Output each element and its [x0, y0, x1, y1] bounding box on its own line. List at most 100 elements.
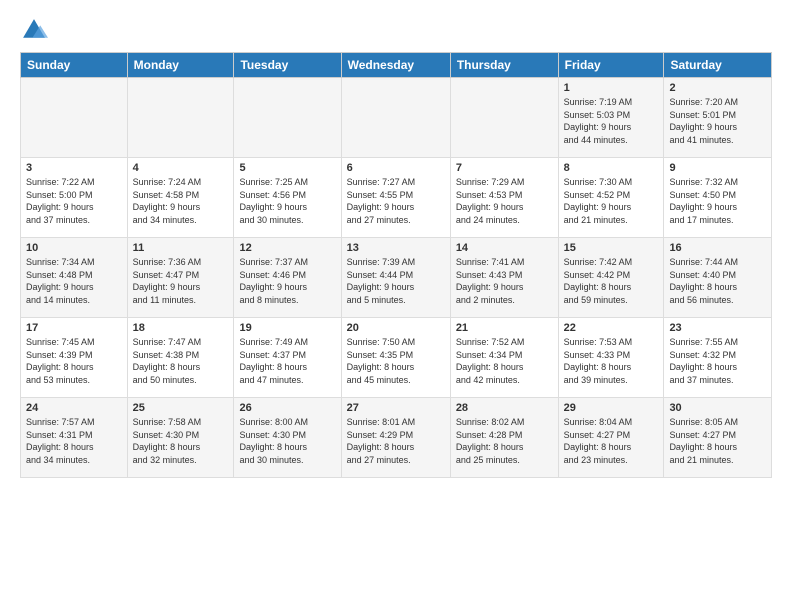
day-info: Sunrise: 7:27 AM Sunset: 4:55 PM Dayligh… [347, 176, 445, 226]
day-info: Sunrise: 7:24 AM Sunset: 4:58 PM Dayligh… [133, 176, 229, 226]
calendar-cell-w4-d6: 30 Sunrise: 8:05 AM Sunset: 4:27 PM Dayli… [664, 398, 772, 478]
day-info: Sunrise: 7:42 AM Sunset: 4:42 PM Dayligh… [564, 256, 659, 306]
col-header-saturday: Saturday [664, 53, 772, 78]
day-number: 29 [564, 402, 659, 414]
calendar-cell-w2-d0: 10 Sunrise: 7:34 AM Sunset: 4:48 PM Dayli… [21, 238, 128, 318]
calendar-cell-w2-d4: 14 Sunrise: 7:41 AM Sunset: 4:43 PM Dayli… [450, 238, 558, 318]
calendar-cell-w3-d6: 23 Sunrise: 7:55 AM Sunset: 4:32 PM Dayli… [664, 318, 772, 398]
day-number: 4 [133, 162, 229, 174]
calendar-cell-w3-d3: 20Sunrise: 7:50 AM Sunset: 4:35 PM Dayli… [341, 318, 450, 398]
day-number: 14 [456, 242, 553, 254]
day-number: 26 [239, 402, 335, 414]
page-header [20, 16, 772, 44]
col-header-monday: Monday [127, 53, 234, 78]
day-info: Sunrise: 7:30 AM Sunset: 4:52 PM Dayligh… [564, 176, 659, 226]
col-header-thursday: Thursday [450, 53, 558, 78]
day-number: 15 [564, 242, 659, 254]
calendar-cell-w1-d1: 4 Sunrise: 7:24 AM Sunset: 4:58 PM Daylig… [127, 158, 234, 238]
calendar-cell-w4-d0: 24 Sunrise: 7:57 AM Sunset: 4:31 PM Dayli… [21, 398, 128, 478]
col-header-sunday: Sunday [21, 53, 128, 78]
day-number: 13 [347, 242, 445, 254]
day-number: 30 [669, 402, 766, 414]
day-info: Sunrise: 7:41 AM Sunset: 4:43 PM Dayligh… [456, 256, 553, 306]
calendar-cell-w0-d4 [450, 78, 558, 158]
day-number: 25 [133, 402, 229, 414]
day-info: Sunrise: 7:34 AM Sunset: 4:48 PM Dayligh… [26, 256, 122, 306]
day-number: 1 [564, 82, 659, 94]
day-info: Sunrise: 7:29 AM Sunset: 4:53 PM Dayligh… [456, 176, 553, 226]
day-info: Sunrise: 7:50 AM Sunset: 4:35 PM Dayligh… [347, 336, 445, 386]
day-number: 6 [347, 162, 445, 174]
day-info: Sunrise: 7:39 AM Sunset: 4:44 PM Dayligh… [347, 256, 445, 306]
calendar-cell-w3-d5: 22 Sunrise: 7:53 AM Sunset: 4:33 PM Dayli… [558, 318, 664, 398]
day-info: Sunrise: 7:32 AM Sunset: 4:50 PM Dayligh… [669, 176, 766, 226]
day-number: 16 [669, 242, 766, 254]
calendar-cell-w4-d2: 26 Sunrise: 8:00 AM Sunset: 4:30 PM Dayli… [234, 398, 341, 478]
day-number: 18 [133, 322, 229, 334]
col-header-wednesday: Wednesday [341, 53, 450, 78]
day-info: Sunrise: 7:20 AM Sunset: 5:01 PM Dayligh… [669, 96, 766, 146]
calendar-cell-w1-d6: 9 Sunrise: 7:32 AM Sunset: 4:50 PM Daylig… [664, 158, 772, 238]
calendar-header-row: SundayMondayTuesdayWednesdayThursdayFrid… [21, 53, 772, 78]
day-info: Sunrise: 7:58 AM Sunset: 4:30 PM Dayligh… [133, 416, 229, 466]
day-number: 17 [26, 322, 122, 334]
day-info: Sunrise: 8:05 AM Sunset: 4:27 PM Dayligh… [669, 416, 766, 466]
day-number: 5 [239, 162, 335, 174]
day-number: 10 [26, 242, 122, 254]
calendar-week-2: 10 Sunrise: 7:34 AM Sunset: 4:48 PM Dayli… [21, 238, 772, 318]
day-info: Sunrise: 7:19 AM Sunset: 5:03 PM Dayligh… [564, 96, 659, 146]
logo-icon [20, 16, 48, 44]
calendar-cell-w2-d2: 12Sunrise: 7:37 AM Sunset: 4:46 PM Dayli… [234, 238, 341, 318]
calendar-cell-w3-d4: 21 Sunrise: 7:52 AM Sunset: 4:34 PM Dayli… [450, 318, 558, 398]
calendar-cell-w0-d1 [127, 78, 234, 158]
calendar-cell-w0-d3 [341, 78, 450, 158]
day-number: 3 [26, 162, 122, 174]
calendar-cell-w3-d2: 19Sunrise: 7:49 AM Sunset: 4:37 PM Dayli… [234, 318, 341, 398]
day-info: Sunrise: 7:37 AM Sunset: 4:46 PM Dayligh… [239, 256, 335, 306]
day-info: Sunrise: 7:57 AM Sunset: 4:31 PM Dayligh… [26, 416, 122, 466]
calendar-cell-w1-d3: 6 Sunrise: 7:27 AM Sunset: 4:55 PM Daylig… [341, 158, 450, 238]
calendar-cell-w3-d1: 18 Sunrise: 7:47 AM Sunset: 4:38 PM Dayli… [127, 318, 234, 398]
day-number: 11 [133, 242, 229, 254]
col-header-tuesday: Tuesday [234, 53, 341, 78]
calendar-week-1: 3 Sunrise: 7:22 AM Sunset: 5:00 PM Daylig… [21, 158, 772, 238]
day-number: 9 [669, 162, 766, 174]
day-number: 24 [26, 402, 122, 414]
day-info: Sunrise: 7:45 AM Sunset: 4:39 PM Dayligh… [26, 336, 122, 386]
calendar-week-0: 1 Sunrise: 7:19 AM Sunset: 5:03 PM Daylig… [21, 78, 772, 158]
calendar-cell-w0-d5: 1 Sunrise: 7:19 AM Sunset: 5:03 PM Daylig… [558, 78, 664, 158]
day-number: 22 [564, 322, 659, 334]
day-number: 2 [669, 82, 766, 94]
calendar-week-3: 17 Sunrise: 7:45 AM Sunset: 4:39 PM Dayli… [21, 318, 772, 398]
day-number: 21 [456, 322, 553, 334]
col-header-friday: Friday [558, 53, 664, 78]
calendar-table: SundayMondayTuesdayWednesdayThursdayFrid… [20, 52, 772, 478]
calendar-cell-w3-d0: 17 Sunrise: 7:45 AM Sunset: 4:39 PM Dayli… [21, 318, 128, 398]
calendar-cell-w2-d3: 13 Sunrise: 7:39 AM Sunset: 4:44 PM Dayli… [341, 238, 450, 318]
day-info: Sunrise: 7:36 AM Sunset: 4:47 PM Dayligh… [133, 256, 229, 306]
day-info: Sunrise: 7:44 AM Sunset: 4:40 PM Dayligh… [669, 256, 766, 306]
day-info: Sunrise: 8:00 AM Sunset: 4:30 PM Dayligh… [239, 416, 335, 466]
day-info: Sunrise: 7:53 AM Sunset: 4:33 PM Dayligh… [564, 336, 659, 386]
day-info: Sunrise: 7:25 AM Sunset: 4:56 PM Dayligh… [239, 176, 335, 226]
day-number: 28 [456, 402, 553, 414]
day-info: Sunrise: 7:22 AM Sunset: 5:00 PM Dayligh… [26, 176, 122, 226]
calendar-cell-w2-d6: 16 Sunrise: 7:44 AM Sunset: 4:40 PM Dayli… [664, 238, 772, 318]
calendar-cell-w1-d5: 8 Sunrise: 7:30 AM Sunset: 4:52 PM Daylig… [558, 158, 664, 238]
calendar-cell-w0-d2 [234, 78, 341, 158]
day-info: Sunrise: 7:52 AM Sunset: 4:34 PM Dayligh… [456, 336, 553, 386]
day-info: Sunrise: 7:55 AM Sunset: 4:32 PM Dayligh… [669, 336, 766, 386]
calendar-cell-w4-d5: 29 Sunrise: 8:04 AM Sunset: 4:27 PM Dayli… [558, 398, 664, 478]
day-number: 7 [456, 162, 553, 174]
day-number: 23 [669, 322, 766, 334]
day-number: 8 [564, 162, 659, 174]
calendar-cell-w4-d4: 28Sunrise: 8:02 AM Sunset: 4:28 PM Dayli… [450, 398, 558, 478]
day-info: Sunrise: 7:47 AM Sunset: 4:38 PM Dayligh… [133, 336, 229, 386]
day-info: Sunrise: 7:49 AM Sunset: 4:37 PM Dayligh… [239, 336, 335, 386]
logo [20, 16, 52, 44]
day-info: Sunrise: 8:04 AM Sunset: 4:27 PM Dayligh… [564, 416, 659, 466]
calendar-cell-w0-d0 [21, 78, 128, 158]
calendar-cell-w1-d2: 5 Sunrise: 7:25 AM Sunset: 4:56 PM Daylig… [234, 158, 341, 238]
calendar-cell-w0-d6: 2 Sunrise: 7:20 AM Sunset: 5:01 PM Daylig… [664, 78, 772, 158]
page-container: SundayMondayTuesdayWednesdayThursdayFrid… [0, 0, 792, 488]
